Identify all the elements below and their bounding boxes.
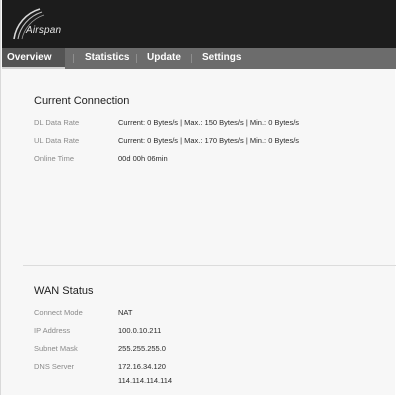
tab-update-label: Update — [147, 52, 181, 63]
connect-mode-label: Connect Mode — [34, 308, 83, 317]
tab-settings-label: Settings — [202, 52, 242, 63]
connect-mode-value: NAT — [118, 308, 133, 317]
online-time-value: 00d 00h 06min — [118, 154, 168, 163]
tab-overview[interactable]: Overview — [2, 48, 65, 69]
subnet-mask-label: Subnet Mask — [34, 344, 78, 353]
tab-statistics-label: Statistics — [85, 52, 130, 63]
header-bar: Airspan — [2, 0, 396, 48]
tab-statistics[interactable]: Statistics — [85, 48, 129, 69]
nav-separator — [73, 54, 74, 63]
wan-status-title: WAN Status — [34, 285, 94, 297]
ip-address-label: IP Address — [34, 326, 71, 335]
airspan-logo: Airspan — [10, 5, 70, 43]
dl-data-rate-label: DL Data Rate — [34, 118, 80, 127]
logo-swoosh-icon — [13, 8, 45, 40]
online-time-label: Online Time — [34, 154, 75, 163]
dns-server-label: DNS Server — [34, 362, 75, 371]
page-frame: Airspan Overview Statistics Update Setti… — [0, 0, 396, 395]
tab-overview-label: Overview — [7, 52, 52, 63]
ul-data-rate-value: Current: 0 Bytes/s | Max.: 170 Bytes/s |… — [118, 136, 300, 145]
ul-data-rate-label: UL Data Rate — [34, 136, 80, 145]
dns-server-primary-value: 172.16.34.120 — [118, 362, 166, 371]
dns-server-secondary-value: 114.114.114.114 — [118, 376, 173, 385]
current-connection-title: Current Connection — [34, 95, 130, 107]
tab-settings[interactable]: Settings — [202, 48, 242, 69]
dl-data-rate-value: Current: 0 Bytes/s | Max.: 150 Bytes/s |… — [118, 118, 300, 127]
nav-separator — [191, 54, 192, 63]
main-nav: Overview Statistics Update Settings — [2, 48, 396, 69]
section-divider — [23, 265, 396, 266]
nav-separator — [136, 54, 137, 63]
tab-update[interactable]: Update — [147, 48, 183, 69]
subnet-mask-value: 255.255.255.0 — [118, 344, 166, 353]
ip-address-value: 100.0.10.211 — [118, 326, 162, 335]
logo-text: Airspan — [26, 25, 62, 36]
